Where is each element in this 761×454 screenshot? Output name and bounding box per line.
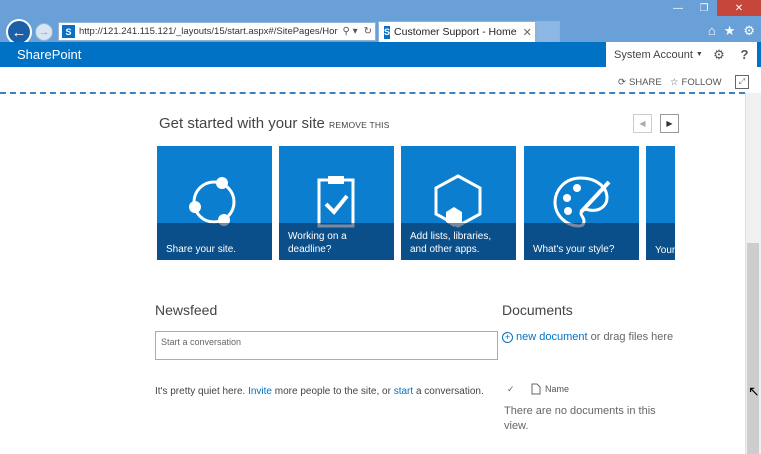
search-icon[interactable]: ⚲ ▾ — [339, 26, 360, 37]
home-icon[interactable]: ⌂ — [708, 23, 716, 39]
follow-label: FOLLOW — [681, 77, 722, 88]
share-button[interactable]: ⟳ SHARE — [618, 77, 662, 88]
new-tab-button[interactable] — [536, 21, 560, 42]
tab-close-icon[interactable]: ✕ — [517, 26, 538, 39]
newsfeed-empty-message: It's pretty quiet here. Invite more peop… — [155, 386, 484, 397]
account-menu[interactable]: System Account ▼ — [606, 42, 706, 67]
tile-whats-your-style[interactable]: What's your style? — [524, 146, 639, 260]
tools-gear-icon[interactable]: ⚙ — [743, 23, 755, 39]
documents-title: Documents — [502, 302, 573, 318]
plus-circle-icon[interactable]: + — [502, 332, 513, 343]
address-bar[interactable]: S http://121.241.115.121/_layouts/15/sta… — [58, 22, 376, 41]
conversation-input[interactable]: Start a conversation — [155, 331, 498, 360]
browser-chrome: — ❐ ✕ ← → S http://121.241.115.121/_layo… — [0, 0, 761, 45]
scrollbar-thumb[interactable] — [747, 243, 759, 454]
select-all-checkmark[interactable]: ✓ — [507, 384, 527, 395]
sharepoint-tab-icon: S — [384, 25, 391, 39]
star-outline-icon: ☆ — [670, 77, 679, 88]
invite-link[interactable]: Invite — [248, 386, 272, 397]
follow-button[interactable]: ☆ FOLLOW — [670, 77, 722, 88]
focus-on-content-icon[interactable]: ⤢ — [735, 75, 749, 89]
documents-empty-message: There are no documents in this view. — [504, 405, 656, 432]
new-document-area: + new document or drag files here — [502, 330, 677, 345]
forward-button[interactable]: → — [35, 23, 53, 41]
arrow-right-icon: → — [38, 26, 50, 38]
tab-title: Customer Support - Home — [394, 26, 517, 38]
favorites-star-icon[interactable]: ★ — [724, 23, 736, 39]
settings-gear-icon[interactable]: ⚙ — [706, 42, 732, 67]
newsfeed-title: Newsfeed — [155, 302, 218, 318]
minimize-button[interactable]: — — [665, 0, 691, 16]
share-label: SHARE — [628, 77, 662, 88]
get-started-title: Get started with your site — [159, 115, 325, 132]
new-document-link[interactable]: new document — [516, 331, 588, 343]
tile-share-site[interactable]: Share your site. — [157, 146, 272, 260]
documents-header-row: ✓ Name — [507, 383, 569, 395]
ribbon-divider — [0, 92, 745, 94]
close-window-button[interactable]: ✕ — [717, 0, 761, 16]
tile-label: Working on a deadline? — [288, 231, 347, 255]
mouse-cursor-icon: ↖ — [748, 383, 760, 399]
sharepoint-favicon-icon: S — [62, 25, 75, 38]
tile-add-apps[interactable]: Add lists, libraries, and other apps. — [401, 146, 516, 260]
tile-working-deadline[interactable]: Working on a deadline? — [279, 146, 394, 260]
help-icon[interactable]: ? — [732, 42, 757, 67]
browser-tab[interactable]: S Customer Support - Home ✕ — [378, 21, 536, 42]
tile-label: What's your style? — [533, 244, 615, 255]
url-text[interactable]: http://121.241.115.121/_layouts/15/start… — [79, 26, 339, 37]
sharepoint-brand[interactable]: SharePoint — [17, 47, 81, 62]
restore-button[interactable]: ❐ — [691, 0, 717, 16]
tile-partial[interactable]: Your — [646, 146, 675, 260]
share-icon: ⟳ — [618, 77, 626, 88]
carousel-prev-button[interactable]: ◀ — [633, 114, 652, 133]
browser-toolbar-icons: ⌂ ★ ⚙ — [708, 23, 755, 39]
name-column-header[interactable]: Name — [545, 384, 569, 394]
account-name: System Account — [614, 48, 693, 61]
refresh-icon[interactable]: ↻ — [361, 26, 375, 37]
tile-label: Share your site. — [166, 244, 237, 255]
chevron-down-icon: ▼ — [695, 51, 703, 58]
carousel-next-button[interactable]: ▶ — [660, 114, 679, 133]
chevron-left-icon: ◀ — [639, 119, 646, 128]
start-link[interactable]: start — [394, 386, 413, 397]
remove-this-link[interactable]: REMOVE THIS — [329, 120, 390, 130]
arrow-left-icon: ← — [11, 23, 27, 41]
document-type-icon — [531, 383, 541, 395]
window-controls: — ❐ ✕ — [665, 0, 761, 16]
chevron-right-icon: ▶ — [666, 119, 673, 128]
tile-label: Add lists, libraries, and other apps. — [410, 231, 492, 255]
tile-label: Your — [655, 245, 675, 256]
